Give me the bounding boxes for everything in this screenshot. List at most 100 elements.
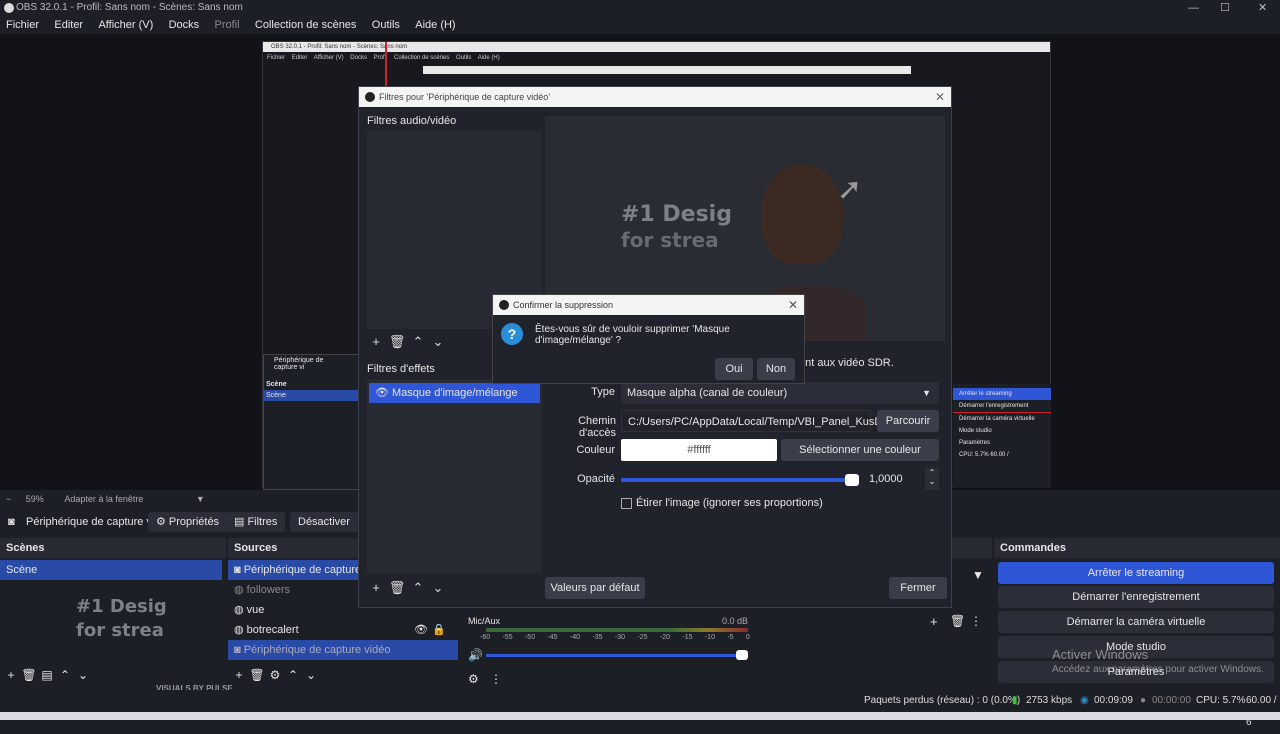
filter-icon[interactable]: ▤ [38, 668, 56, 682]
record-time: 00:00:00 [1152, 695, 1191, 706]
trash-icon[interactable]: 🗑 [20, 668, 38, 682]
trash-icon[interactable]: 🗑 [388, 579, 406, 597]
tick: -5 [727, 634, 734, 641]
nested-cmd: Paramètres [959, 440, 991, 446]
color-swatch[interactable]: #ffffff [621, 439, 777, 461]
add-filter-icon[interactable]: + [367, 333, 385, 351]
close-icon[interactable]: ✕ [935, 87, 945, 107]
arrow-up-icon[interactable]: ⌃ [409, 579, 427, 597]
nested-status: CPU: 5.7% 60.00 / [953, 449, 1051, 461]
trash-icon[interactable]: 🗑 [388, 333, 406, 351]
filters-button[interactable]: ▤ Filtres [226, 512, 286, 532]
maximize-button[interactable]: ☐ [1220, 0, 1230, 16]
virtual-camera-button[interactable]: Démarrer la caméra virtuelle [998, 611, 1274, 633]
add-icon[interactable]: + [230, 668, 248, 682]
audio-video-filters-label: Filtres audio/vidéo [367, 115, 457, 127]
start-recording-button[interactable]: Démarrer l'enregistrement [998, 586, 1274, 608]
menu-profil[interactable]: Profil [209, 16, 246, 34]
nested-scenes-label: Scène [266, 381, 287, 388]
tick: -15 [682, 634, 693, 641]
nested-menu-item: Fichier [267, 55, 286, 61]
add-icon[interactable]: + [930, 614, 938, 629]
minimize-button[interactable]: — [1188, 0, 1199, 16]
add-filter-icon[interactable]: + [367, 579, 385, 597]
eye-icon[interactable]: 👁 [375, 387, 392, 399]
no-button[interactable]: Non [757, 358, 795, 380]
properties-button[interactable]: ⚙ Propriétés [148, 512, 228, 532]
arrow-down-icon[interactable]: ⌄ [429, 579, 447, 597]
arrow-up-icon[interactable]: ⌃ [409, 333, 427, 351]
scene-item[interactable]: Scène [0, 560, 222, 580]
path-input[interactable]: C:/Users/PC/AppData/Local/Temp/VBI_Panel… [621, 410, 896, 432]
nested-menu-item: Collection de scènes [393, 55, 450, 61]
stretch-checkbox[interactable] [621, 498, 632, 509]
arrow-up-icon[interactable]: ⌃ [284, 668, 302, 682]
menu-outils[interactable]: Outils [366, 16, 406, 34]
gear-icon[interactable]: ⚙ [468, 672, 479, 686]
zoom-fit-select[interactable]: Adapter à la fenêtre [64, 494, 143, 504]
opacity-slider-handle[interactable] [845, 474, 859, 486]
more-icon[interactable]: ⋮ [970, 614, 982, 628]
close-button[interactable]: ✕ [1258, 0, 1267, 16]
speaker-icon[interactable]: 🔊 [468, 648, 483, 662]
chevron-down-icon[interactable]: ▼ [972, 568, 984, 582]
confirm-message: Êtes-vous sûr de vouloir supprimer 'Masq… [535, 324, 730, 346]
opacity-slider-track[interactable] [621, 478, 857, 482]
nested-cmd: Démarrer l'enregistrement [953, 400, 1051, 413]
confirm-dialog: Confirmer la suppression ✕ ? Êtes-vous s… [492, 294, 805, 384]
arrow-up-icon[interactable]: ⌃ [56, 668, 74, 682]
source-label: Périphérique de capture vi [243, 564, 373, 576]
meter-ticks: -60 -55 -50 -45 -40 -35 -30 -25 -20 -15 -10 -5 0 [480, 634, 750, 641]
trash-icon[interactable]: 🗑 [950, 614, 965, 628]
filters-label: Filtres [247, 516, 278, 528]
menu-collection[interactable]: Collection de scènes [249, 16, 363, 34]
overlay-text-1: #1 Desig [76, 596, 167, 617]
camera-icon: ◙ [8, 516, 15, 528]
nested-cmd: Arrêter le streaming [953, 388, 1051, 400]
nested-menu-item: Docks [350, 55, 367, 61]
nested-cmd: Démarrer la caméra virtuelle [959, 416, 1035, 422]
source-item[interactable]: ◍ botrecalert 👁 🔒 [228, 620, 458, 640]
volume-slider-handle[interactable] [736, 650, 748, 660]
effect-filter-item[interactable]: 👁 Masque d'image/mélange [369, 383, 540, 403]
yes-button[interactable]: Oui [715, 358, 753, 380]
deactivate-button[interactable]: Désactiver [290, 512, 358, 532]
add-icon[interactable]: + [2, 668, 20, 682]
volume-slider[interactable] [486, 654, 748, 657]
menu-editer[interactable]: Editer [48, 16, 89, 34]
type-select[interactable]: Masque alpha (canal de couleur) ▼ [621, 382, 939, 404]
nested-source-label: Périphérique de capture vi [274, 357, 324, 371]
arrow-down-icon[interactable]: ⌄ [74, 668, 92, 682]
overlay-text-2: for strea [76, 620, 164, 641]
obs-logo-icon [4, 3, 14, 13]
defaults-button[interactable]: Valeurs par défaut [545, 577, 645, 599]
menu-afficher[interactable]: Afficher (V) [92, 16, 159, 34]
watermark-line-2: Accédez aux paramètres pour activer Wind… [1052, 664, 1264, 675]
zoom-minus-button[interactable]: − [6, 494, 11, 504]
nested-menu: Fichier Editer Afficher (V) Docks Profil… [263, 52, 1050, 64]
trash-icon[interactable]: 🗑 [248, 668, 266, 682]
opacity-input[interactable]: 1,0000 [863, 468, 925, 490]
pick-color-button[interactable]: Sélectionner une couleur [781, 439, 939, 461]
opacity-spinner[interactable]: ⌃ ⌄ [925, 468, 939, 490]
close-dialog-button[interactable]: Fermer [889, 577, 947, 599]
more-icon[interactable]: ⋮ [490, 672, 502, 686]
arrow-down-icon[interactable]: ⌄ [302, 668, 320, 682]
source-item[interactable]: ◙ Périphérique de capture vidéo [228, 640, 458, 660]
nested-dock: Périphérique de capture vi Scène Scène [263, 354, 359, 490]
menu-aide[interactable]: Aide (H) [409, 16, 461, 34]
effects-filters-list[interactable]: 👁 Masque d'image/mélange [367, 379, 542, 573]
menu-docks[interactable]: Docks [163, 16, 206, 34]
eye-icon[interactable]: 👁 [414, 620, 428, 640]
gear-icon[interactable]: ⚙ [266, 668, 284, 682]
browse-button[interactable]: Parcourir [877, 410, 939, 432]
windows-taskbar [0, 712, 1280, 720]
tick: -30 [614, 634, 626, 641]
lock-icon[interactable]: 🔒 [432, 620, 446, 640]
close-icon[interactable]: ✕ [788, 295, 798, 315]
menu-fichier[interactable]: Fichier [0, 16, 45, 34]
source-label: followers [246, 584, 291, 596]
arrow-down-icon[interactable]: ⌄ [429, 333, 447, 351]
chevron-down-icon[interactable]: ▼ [196, 494, 205, 504]
stop-streaming-button[interactable]: Arrêter le streaming [998, 562, 1274, 584]
